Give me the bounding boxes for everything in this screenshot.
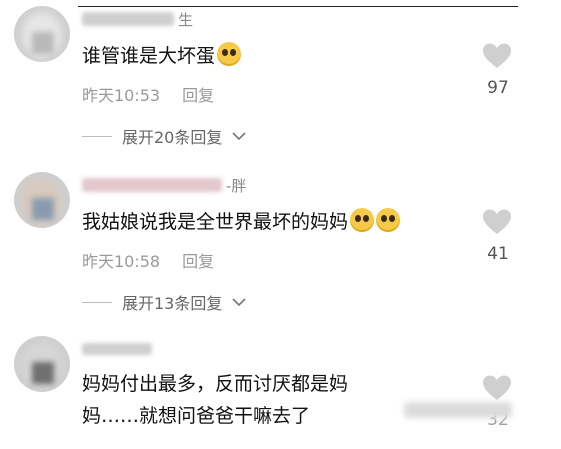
comment-meta: 昨天10:53 回复	[82, 82, 214, 106]
username-suffix: 生	[178, 10, 194, 29]
username-suffix: -胖	[226, 176, 247, 195]
comment-time: 昨天10:58	[82, 252, 161, 271]
avatar[interactable]	[14, 6, 70, 62]
comment-text-content: 谁管谁是大坏蛋	[82, 45, 216, 67]
heart-icon[interactable]	[482, 42, 512, 70]
pleading-face-emoji-icon	[376, 208, 401, 232]
avatar[interactable]	[14, 336, 70, 392]
comment-text: 我姑娘说我是全世界最坏的妈妈	[82, 206, 401, 238]
expand-replies-button[interactable]: 展开20条回复	[82, 124, 246, 148]
like-count: 41	[487, 244, 509, 264]
comment-text: 妈妈付出最多，反而讨厌都是妈 妈……就想问爸爸干嘛去了	[82, 368, 348, 432]
blurred-watermark	[404, 402, 512, 418]
username[interactable]	[82, 338, 152, 360]
like-count: 97	[487, 78, 509, 98]
reply-button[interactable]: 回复	[182, 248, 214, 272]
chevron-down-icon	[232, 298, 246, 307]
username[interactable]: 生	[82, 8, 193, 30]
username[interactable]: -胖	[82, 174, 246, 196]
heart-icon[interactable]	[482, 208, 512, 236]
chevron-down-icon	[232, 132, 246, 141]
heart-icon[interactable]	[482, 374, 512, 402]
reply-button[interactable]: 回复	[182, 82, 214, 106]
laughing-crying-emoji-icon	[217, 42, 242, 66]
comment-text-line: 妈……就想问爸爸干嘛去了	[82, 405, 311, 427]
comment-text: 谁管谁是大坏蛋	[82, 40, 242, 72]
pleading-face-emoji-icon	[350, 208, 375, 232]
expand-replies-label: 展开20条回复	[122, 128, 223, 147]
comment-text-line: 妈妈付出最多，反而讨厌都是妈	[82, 373, 349, 395]
expand-replies-label: 展开13条回复	[122, 294, 223, 313]
expand-replies-button[interactable]: 展开13条回复	[82, 290, 246, 314]
top-divider	[78, 6, 518, 7]
comment-text-content: 我姑娘说我是全世界最坏的妈妈	[82, 211, 349, 233]
comment-time: 昨天10:53	[82, 86, 161, 105]
avatar[interactable]	[14, 172, 70, 228]
comment-meta: 昨天10:58 回复	[82, 248, 214, 272]
